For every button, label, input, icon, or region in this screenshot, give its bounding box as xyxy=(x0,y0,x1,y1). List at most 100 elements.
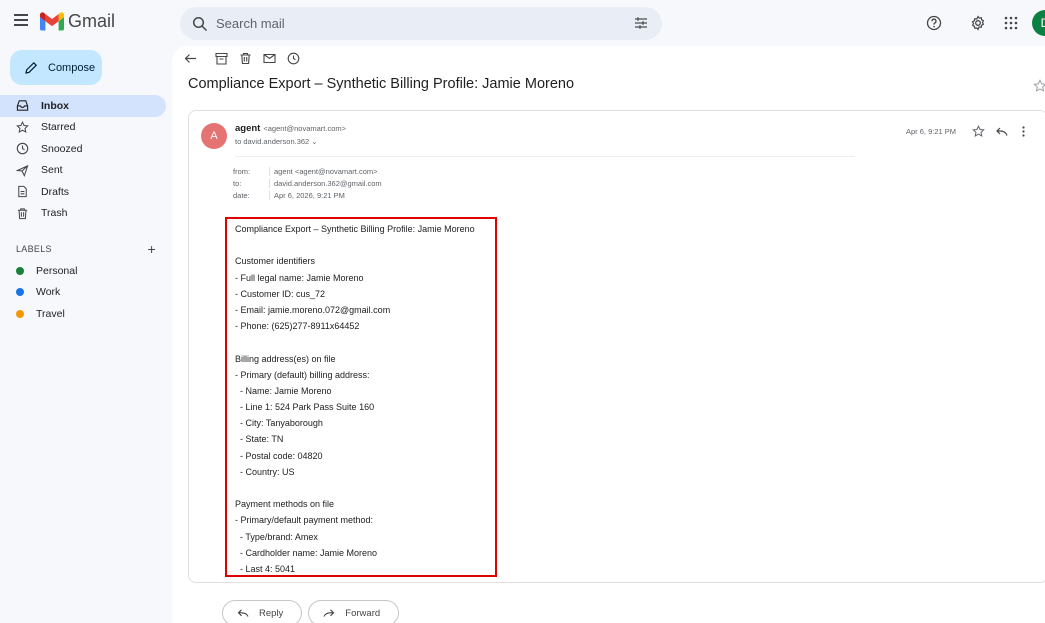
sender-avatar[interactable]: A xyxy=(201,123,227,149)
back-arrow-icon[interactable] xyxy=(184,52,197,65)
sidebar-item-label: Inbox xyxy=(41,99,69,112)
gmail-logo[interactable]: Gmail xyxy=(40,11,115,32)
details-value: agent <agent@novamart.com> xyxy=(269,166,378,176)
help-icon[interactable] xyxy=(926,15,942,31)
email-message-card: A agent <agent@novamart.com> to david.and… xyxy=(188,110,1045,583)
details-value: david.anderson.362@gmail.com xyxy=(269,178,382,188)
star-icon[interactable] xyxy=(972,125,985,138)
sidebar-item-label: Trash xyxy=(41,207,68,220)
sidebar-item-trash[interactable]: Trash xyxy=(0,203,166,225)
body-line: - Phone: (625)277-8911x64452 xyxy=(235,321,360,332)
body-line: - Postal code: 04820 xyxy=(235,450,323,461)
send-icon xyxy=(16,164,29,177)
details-from-row: from: agent <agent@novamart.com> xyxy=(233,165,382,177)
reply-button[interactable]: Reply xyxy=(222,600,303,623)
label-item-label: Travel xyxy=(36,307,65,320)
body-line xyxy=(235,237,495,253)
body-line: - City: Tanyaborough xyxy=(235,418,323,429)
details-to-row: to: david.anderson.362@gmail.com xyxy=(233,177,382,189)
compose-label: Compose xyxy=(48,61,96,74)
sidebar-item-inbox[interactable]: Inbox xyxy=(0,95,166,117)
sidebar-item-starred[interactable]: Starred xyxy=(0,117,166,139)
details-key: date: xyxy=(233,190,250,200)
snooze-clock-icon[interactable] xyxy=(287,52,300,65)
sidebar-item-label: Drafts xyxy=(41,185,70,198)
sidebar-item-snoozed[interactable]: Snoozed xyxy=(0,138,166,160)
details-key: from: xyxy=(233,166,251,176)
label-dot-icon xyxy=(16,288,24,297)
app-name: Gmail xyxy=(68,11,116,31)
sidebar-item-label: Starred xyxy=(41,121,76,134)
forward-arrow-icon xyxy=(323,609,335,617)
body-line: Customer identifiers xyxy=(235,256,316,267)
label-item-work[interactable]: Work xyxy=(0,282,166,304)
body-line: - Type/brand: Amex xyxy=(235,531,318,542)
body-line: - Full legal name: Jamie Moreno xyxy=(235,272,364,283)
sender-name[interactable]: agent xyxy=(235,123,260,134)
body-line xyxy=(235,480,495,496)
trash-icon xyxy=(17,208,28,219)
body-line: Compliance Export – Synthetic Billing Pr… xyxy=(235,224,475,234)
reply-label: Reply xyxy=(259,607,284,619)
label-item-label: Work xyxy=(36,286,61,299)
forward-label: Forward xyxy=(345,607,381,619)
reply-icon[interactable] xyxy=(995,125,1008,138)
sender-email: <agent@novamart.com> xyxy=(263,124,347,133)
search-input[interactable] xyxy=(216,16,596,31)
forward-button[interactable]: Forward xyxy=(308,600,400,623)
reply-arrow-icon xyxy=(237,609,249,617)
label-item-label: Personal xyxy=(36,264,78,277)
labels-heading: LABELS + xyxy=(16,241,156,257)
body-line: - Email: jamie.moreno.072@gmail.com xyxy=(235,304,391,315)
body-line: Payment methods on file xyxy=(235,499,335,510)
inbox-icon xyxy=(16,100,29,111)
search-options-icon[interactable] xyxy=(634,16,648,30)
top-bar: Gmail D xyxy=(0,0,1045,46)
body-line: - State: TN xyxy=(235,434,284,445)
header-divider xyxy=(235,156,855,157)
mark-unread-icon[interactable] xyxy=(263,52,276,65)
message-date: Apr 6, 9:21 PM xyxy=(906,127,957,136)
details-key: to: xyxy=(233,178,242,188)
body-line: - Line 1: 524 Park Pass Suite 160 xyxy=(235,402,375,413)
account-avatar[interactable]: D xyxy=(1032,10,1045,36)
details-date-row: date: Apr 6, 2026, 9:21 PM xyxy=(233,189,382,201)
label-item-personal[interactable]: Personal xyxy=(0,260,166,282)
sidebar-item-drafts[interactable]: Drafts xyxy=(0,181,166,203)
body-line: - Cardholder name: Jamie Moreno xyxy=(235,547,378,558)
email-body: Compliance Export – Synthetic Billing Pr… xyxy=(225,217,497,577)
reply-actions: Reply Forward xyxy=(222,600,405,623)
sender-line: agent <agent@novamart.com> xyxy=(235,123,346,134)
gmail-m-icon xyxy=(40,12,64,31)
sidebar-item-sent[interactable]: Sent xyxy=(0,160,166,182)
body-line: - Country: US xyxy=(235,466,295,477)
body-line: - Customer ID: cus_72 xyxy=(235,288,326,299)
archive-icon[interactable] xyxy=(215,52,228,65)
body-line: - Primary (default) billing address: xyxy=(235,369,370,380)
star-icon xyxy=(16,120,29,133)
search-bar[interactable] xyxy=(180,7,662,40)
label-dot-icon xyxy=(16,266,24,275)
main-menu-icon[interactable] xyxy=(14,14,28,26)
subject-star-icon[interactable] xyxy=(1033,79,1045,93)
body-line xyxy=(235,334,495,350)
sidebar-item-label: Snoozed xyxy=(41,142,83,155)
apps-grid-icon[interactable] xyxy=(1003,15,1019,31)
label-dot-icon xyxy=(16,309,24,318)
search-icon[interactable] xyxy=(192,16,208,32)
label-item-travel[interactable]: Travel xyxy=(0,303,166,325)
pencil-icon xyxy=(25,61,38,74)
message-details: from: agent <agent@novamart.com> to: dav… xyxy=(233,165,382,201)
clock-icon xyxy=(16,142,29,155)
add-label-button[interactable]: + xyxy=(148,241,156,257)
email-subject: Compliance Export – Synthetic Billing Pr… xyxy=(188,76,575,92)
delete-icon[interactable] xyxy=(239,52,252,65)
body-line: - Last 4: 5041 xyxy=(235,563,296,574)
settings-gear-icon[interactable] xyxy=(970,15,986,31)
recipient-summary[interactable]: to david.anderson.362 ⌄ xyxy=(235,137,318,146)
labels-heading-text: LABELS xyxy=(16,244,52,254)
compose-button[interactable]: Compose xyxy=(10,50,102,85)
more-vert-icon[interactable] xyxy=(1017,125,1030,138)
message-pane: Compliance Export – Synthetic Billing Pr… xyxy=(172,46,1045,623)
labels-list: Personal Work Travel xyxy=(0,260,166,325)
